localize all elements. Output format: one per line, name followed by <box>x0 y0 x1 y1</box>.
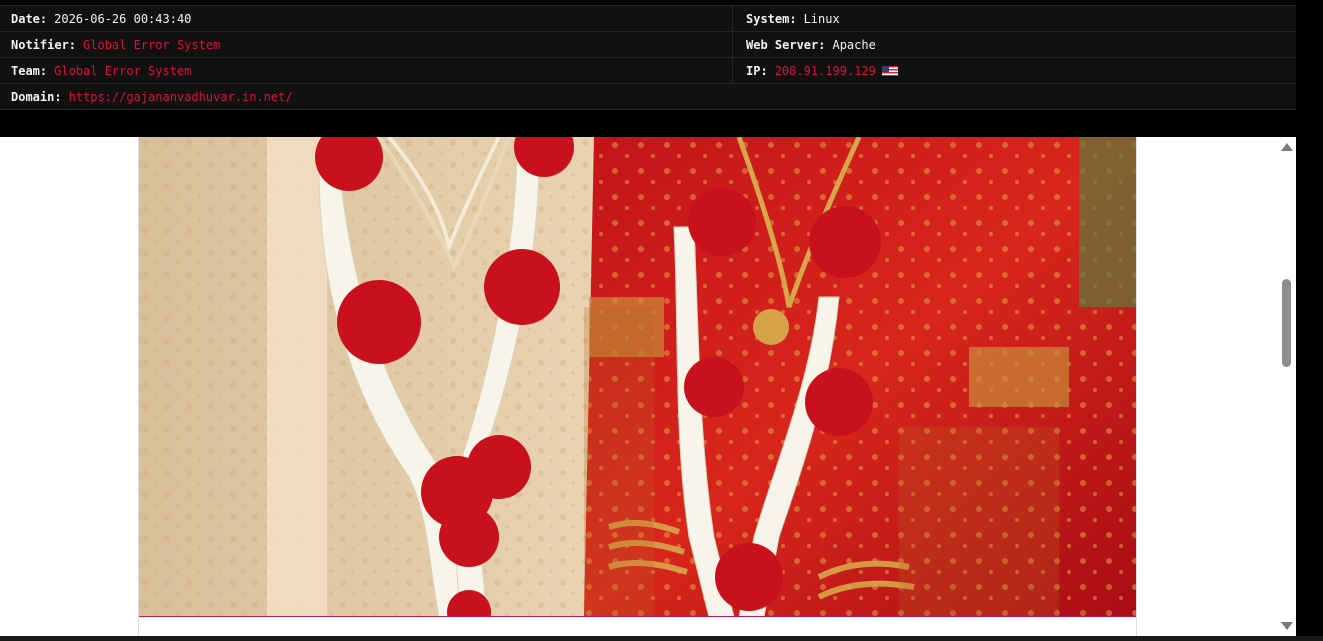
bottom-edge <box>0 636 1323 641</box>
date-cell: Date: 2026-06-26 00:43:40 <box>0 6 733 31</box>
mirror-info-panel: Date: 2026-06-26 00:43:40 System: Linux … <box>0 5 1296 110</box>
system-label: System: <box>746 11 797 26</box>
info-row-notifier-server: Notifier: Global Error System Web Server… <box>0 32 1296 58</box>
ip-cell: IP: 208.91.199.129 <box>733 58 1296 83</box>
system-value: Linux <box>803 11 840 26</box>
domain-label: Domain: <box>11 89 62 104</box>
domain-cell: Domain: https://gajananvadhuvar.in.net/ <box>0 84 1296 109</box>
info-row-domain: Domain: https://gajananvadhuvar.in.net/ <box>0 84 1296 110</box>
us-flag-icon <box>881 65 898 76</box>
date-value: 2026-06-26 00:43:40 <box>54 11 192 26</box>
date-label: Date: <box>11 11 48 26</box>
info-row-date-system: Date: 2026-06-26 00:43:40 System: Linux <box>0 6 1296 32</box>
notifier-cell: Notifier: Global Error System <box>0 32 733 57</box>
web-server-value: Apache <box>832 37 876 52</box>
ip-link[interactable]: 208.91.199.129 <box>775 64 876 78</box>
team-link[interactable]: Global Error System <box>54 64 191 78</box>
preview-frame <box>138 137 1137 636</box>
notifier-label: Notifier: <box>11 37 77 52</box>
team-cell: Team: Global Error System <box>0 58 733 83</box>
ip-label: IP: <box>746 63 768 78</box>
info-row-team-ip: Team: Global Error System IP: 208.91.199… <box>0 58 1296 84</box>
notifier-link[interactable]: Global Error System <box>83 38 220 52</box>
scroll-up-arrow-icon[interactable] <box>1281 143 1293 151</box>
web-server-label: Web Server: <box>746 37 826 52</box>
scrollbar-thumb[interactable] <box>1282 279 1291 367</box>
mirror-preview-viewport[interactable] <box>0 137 1296 636</box>
scroll-down-arrow-icon[interactable] <box>1281 622 1293 630</box>
vertical-scrollbar[interactable] <box>1278 137 1296 636</box>
team-label: Team: <box>11 63 48 78</box>
domain-link[interactable]: https://gajananvadhuvar.in.net/ <box>69 90 293 104</box>
system-cell: System: Linux <box>733 6 1296 31</box>
wedding-couple-garlands-photo <box>139 137 1136 617</box>
web-server-cell: Web Server: Apache <box>733 32 1296 57</box>
